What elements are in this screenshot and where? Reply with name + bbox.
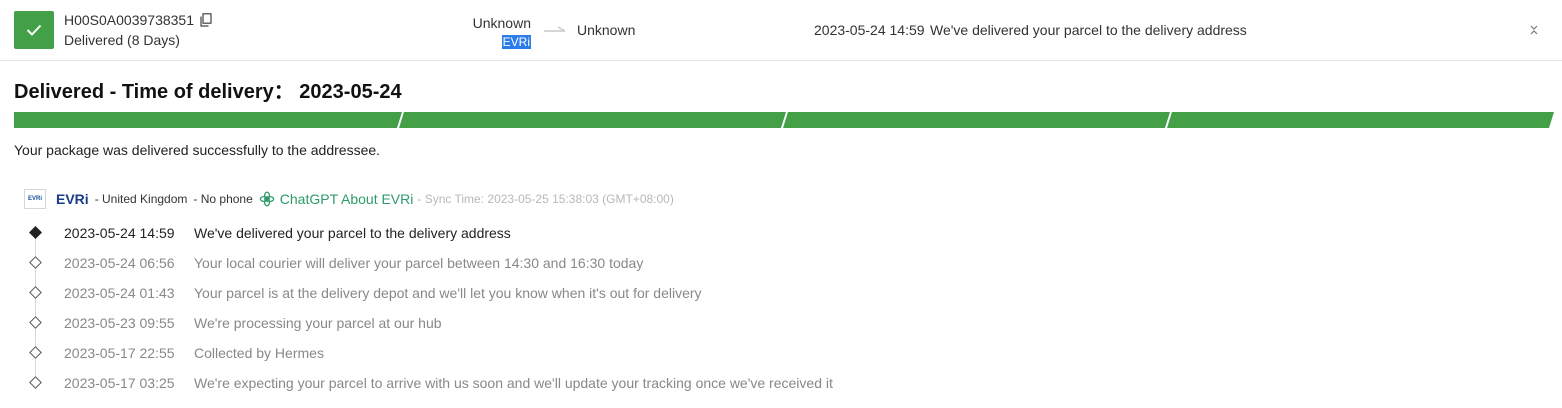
delivery-progress-bar bbox=[14, 112, 1554, 128]
timeline-event: 2023-05-17 03:25 We're expecting your pa… bbox=[0, 368, 1000, 398]
carrier-name[interactable]: EVRi bbox=[56, 191, 89, 207]
event-description: Your local courier will deliver your par… bbox=[194, 255, 644, 271]
progress-segment-1 bbox=[14, 112, 402, 128]
event-description: We're expecting your parcel to arrive wi… bbox=[194, 375, 833, 391]
timeline-diamond-icon bbox=[29, 316, 42, 329]
origin-carrier[interactable]: EVRi bbox=[501, 35, 531, 49]
origin-block: Unknown EVRi bbox=[473, 14, 531, 50]
progress-segment-4 bbox=[1167, 112, 1554, 128]
event-description: We've delivered your parcel to the deliv… bbox=[194, 225, 511, 241]
page-title: Delivered - Time of delivery： 2023-05-24 bbox=[14, 81, 402, 103]
carrier-phone: - No phone bbox=[193, 192, 253, 206]
tracking-number-row: H00S0A0039738351 bbox=[64, 12, 212, 28]
delivered-status-badge bbox=[14, 11, 54, 49]
event-time: 2023-05-17 22:55 bbox=[64, 345, 175, 361]
event-time: 2023-05-17 03:25 bbox=[64, 375, 175, 391]
timeline-diamond-icon bbox=[29, 286, 42, 299]
carrier-row: EVRi EVRi - United Kingdom - No phone Ch… bbox=[24, 188, 674, 210]
event-description: Your parcel is at the delivery depot and… bbox=[194, 285, 702, 301]
chatgpt-icon bbox=[259, 191, 275, 207]
chatgpt-link-label: ChatGPT About EVRi bbox=[279, 191, 414, 207]
timeline-diamond-icon bbox=[29, 346, 42, 359]
check-icon bbox=[26, 24, 42, 36]
timeline-event: 2023-05-24 14:59 We've delivered your pa… bbox=[0, 218, 1000, 248]
timeline-event: 2023-05-23 09:55 We're processing your p… bbox=[0, 308, 1000, 338]
chatgpt-about-carrier-link[interactable]: ChatGPT About EVRi bbox=[259, 191, 414, 207]
progress-segment-2 bbox=[399, 112, 786, 128]
sync-time: - Sync Time: 2023-05-25 15:38:03 (GMT+08… bbox=[417, 192, 674, 206]
event-time: 2023-05-23 09:55 bbox=[64, 315, 175, 331]
timeline-event: 2023-05-24 01:43 Your parcel is at the d… bbox=[0, 278, 1000, 308]
event-description: We're processing your parcel at our hub bbox=[194, 315, 442, 331]
carrier-logo: EVRi bbox=[24, 189, 46, 209]
delivery-summary: Your package was delivered successfully … bbox=[14, 142, 381, 158]
timeline-event: 2023-05-24 06:56 Your local courier will… bbox=[0, 248, 1000, 278]
tracking-number: H00S0A0039738351 bbox=[64, 12, 195, 28]
shipment-header[interactable]: H00S0A0039738351 Delivered (8 Days) Unkn… bbox=[0, 0, 1562, 61]
timeline-event: 2023-05-17 22:55 Collected by Hermes bbox=[0, 338, 1000, 368]
destination-country: Unknown bbox=[577, 22, 636, 38]
tracking-timeline: 2023-05-24 14:59 We've delivered your pa… bbox=[0, 218, 1000, 398]
progress-segment-3 bbox=[783, 112, 1170, 128]
timeline-diamond-icon bbox=[29, 226, 42, 239]
delivery-status-text: Delivered (8 Days) bbox=[64, 32, 180, 48]
carrier-country: - United Kingdom bbox=[94, 192, 188, 206]
origin-country: Unknown bbox=[472, 15, 531, 31]
latest-event-description: We've delivered your parcel to the deliv… bbox=[930, 22, 1247, 38]
timeline-diamond-icon bbox=[29, 376, 42, 389]
latest-event-time: 2023-05-24 14:59 bbox=[814, 22, 925, 38]
event-time: 2023-05-24 14:59 bbox=[64, 225, 175, 241]
collapse-icon[interactable] bbox=[1529, 24, 1539, 36]
event-time: 2023-05-24 06:56 bbox=[64, 255, 175, 271]
carrier-logo-text: EVRi bbox=[27, 196, 42, 202]
timeline-diamond-icon bbox=[29, 256, 42, 269]
arrow-right-icon bbox=[544, 26, 566, 32]
event-time: 2023-05-24 01:43 bbox=[64, 285, 175, 301]
event-description: Collected by Hermes bbox=[194, 345, 324, 361]
copy-icon[interactable] bbox=[200, 13, 212, 27]
